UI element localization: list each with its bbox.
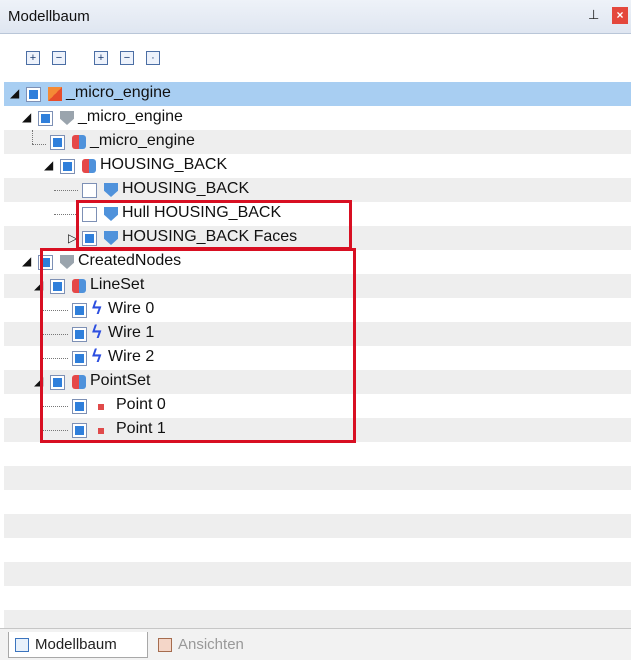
- tree-line: [32, 144, 46, 145]
- tree-row[interactable]: HOUSING_BACK: [4, 178, 631, 202]
- tree-icon: [15, 638, 29, 652]
- expand-all-icon[interactable]: +: [26, 51, 40, 65]
- part-icon: [82, 159, 96, 173]
- visibility-checkbox[interactable]: [26, 87, 41, 102]
- collapse-icon[interactable]: −: [120, 51, 134, 65]
- collapse-all-icon[interactable]: −: [52, 51, 66, 65]
- panel-titlebar: Modellbaum ⊥ ×: [0, 0, 631, 34]
- visibility-checkbox[interactable]: [38, 111, 53, 126]
- tree-item-label: _micro_engine: [78, 108, 183, 125]
- shield-icon: [104, 183, 118, 197]
- tree-toolbar: + − + − ·: [0, 34, 631, 76]
- tab-modellbaum[interactable]: Modellbaum: [8, 632, 148, 658]
- tree-row-empty: [4, 514, 631, 538]
- tab-label: Modellbaum: [35, 636, 117, 653]
- tree-row-empty: [4, 442, 631, 466]
- toggle-icon[interactable]: ·: [146, 51, 160, 65]
- views-icon: [158, 638, 172, 652]
- tab-ansichten[interactable]: Ansichten: [152, 632, 272, 658]
- close-icon[interactable]: ×: [612, 7, 628, 24]
- tree-row-empty: [4, 610, 631, 628]
- tree-line: [32, 130, 33, 144]
- tab-label: Ansichten: [178, 636, 244, 653]
- pin-icon[interactable]: ⊥: [588, 7, 599, 23]
- tree-item-label: HOUSING_BACK: [122, 180, 250, 197]
- tree-row-empty: [4, 466, 631, 490]
- highlight-box: [76, 200, 352, 250]
- tree-line: [54, 190, 78, 191]
- tree-row-empty: [4, 586, 631, 610]
- tree-row-empty: [4, 538, 631, 562]
- tree-line: [54, 214, 78, 215]
- highlight-box: [40, 248, 356, 443]
- collapse-arrow-icon[interactable]: ◢: [22, 254, 34, 268]
- tree-item-label: _micro_engine: [90, 132, 195, 149]
- part-icon: [72, 135, 86, 149]
- document-icon: [48, 87, 62, 101]
- tree-item-label: _micro_engine: [66, 84, 171, 101]
- visibility-checkbox[interactable]: [50, 135, 65, 150]
- tree-item-label: HOUSING_BACK: [100, 156, 228, 173]
- tree-row-empty: [4, 490, 631, 514]
- model-tree[interactable]: ◢ _micro_engine ◢ _micro_engine _micro_e…: [4, 82, 631, 628]
- panel-title: Modellbaum: [8, 8, 90, 25]
- collapse-arrow-icon[interactable]: ◢: [22, 110, 34, 124]
- shield-icon: [60, 111, 74, 125]
- tree-row[interactable]: ◢ _micro_engine: [4, 82, 631, 106]
- visibility-checkbox[interactable]: [60, 159, 75, 174]
- collapse-arrow-icon[interactable]: ◢: [44, 158, 56, 172]
- expand-icon[interactable]: +: [94, 51, 108, 65]
- collapse-arrow-icon[interactable]: ◢: [10, 86, 22, 100]
- tree-row[interactable]: ◢ HOUSING_BACK: [4, 154, 631, 178]
- tree-row-empty: [4, 562, 631, 586]
- tree-row[interactable]: ◢ _micro_engine: [4, 106, 631, 130]
- tab-bar: Modellbaum Ansichten: [0, 628, 631, 660]
- tree-row[interactable]: _micro_engine: [4, 130, 631, 154]
- visibility-checkbox[interactable]: [82, 183, 97, 198]
